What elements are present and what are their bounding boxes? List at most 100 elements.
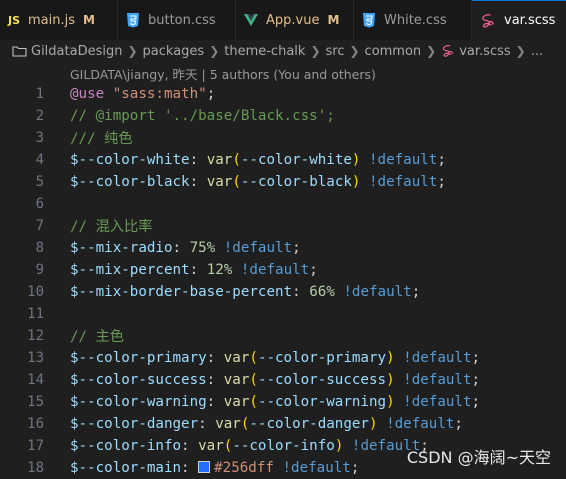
javascript-file-icon: JS — [8, 13, 21, 27]
chevron-right-icon: ❯ — [426, 44, 437, 58]
token-keyword: @use — [70, 86, 105, 102]
tab-white-css[interactable]: White.css — [354, 0, 472, 40]
code-line: 14 $--color-success: var(--color-success… — [0, 369, 566, 391]
token-variable: $--color-warning — [70, 394, 207, 410]
token-argument: --color-black — [240, 174, 352, 190]
sass-file-icon — [480, 13, 496, 29]
token-function: var — [215, 416, 241, 432]
folder-icon — [12, 46, 27, 57]
css-file-icon — [126, 12, 140, 28]
line-number: 3 — [35, 130, 44, 146]
tab-label: App.vue — [266, 12, 320, 28]
line-number: 18 — [27, 460, 44, 476]
code-line: 13 $--color-primary: var(--color-primary… — [0, 347, 566, 369]
breadcrumb: GildataDesign ❯ packages ❯ theme-chalk ❯… — [0, 40, 566, 62]
git-blame-annotation[interactable]: GILDATA\jiangy, 昨天 | 5 authors (You and … — [70, 64, 376, 83]
token-comment: // 混入比率 — [70, 219, 153, 235]
tab-label: main.js — [28, 12, 76, 28]
line-number: 1 — [35, 86, 44, 102]
color-swatch[interactable] — [198, 461, 211, 473]
token-function: var — [223, 350, 250, 366]
chevron-right-icon: ❯ — [349, 44, 360, 58]
line-number: 8 — [35, 240, 44, 256]
code-line: 12 // 主色 — [0, 325, 566, 347]
chevron-right-icon: ❯ — [515, 44, 526, 58]
token-color-hex: #256dff — [214, 460, 274, 476]
code-line: 15 $--color-warning: var(--color-warning… — [0, 391, 566, 413]
line-number: 13 — [27, 350, 44, 366]
chevron-right-icon: ❯ — [310, 44, 321, 58]
token-variable: $--mix-percent — [70, 262, 190, 278]
css-file-icon — [362, 12, 376, 28]
code-line: 2 // @import '../base/Black.css'; — [0, 105, 566, 127]
breadcrumb-item[interactable]: theme-chalk — [224, 44, 305, 59]
code-line: 7 // 混入比率 — [0, 215, 566, 237]
vue-file-icon — [244, 13, 258, 27]
chevron-right-icon: ❯ — [209, 44, 220, 58]
breadcrumb-item[interactable]: var.scss — [459, 44, 510, 59]
code-editor[interactable]: 1 @use "sass:math"; 2 // @import '../bas… — [0, 83, 566, 479]
line-number: 9 — [35, 262, 44, 278]
token-function: var — [223, 394, 250, 410]
breadcrumb-item[interactable]: common — [365, 44, 422, 59]
code-line: 3 /// 纯色 — [0, 127, 566, 149]
token-function: var — [206, 174, 233, 190]
token-important: !default — [282, 460, 351, 476]
code-line: 16 $--color-danger: var(--color-danger) … — [0, 413, 566, 435]
token-variable: $--color-success — [70, 372, 207, 388]
token-argument: --color-info — [232, 438, 335, 454]
tab-main-js[interactable]: JS main.js M — [0, 0, 118, 40]
token-string: "sass:math" — [112, 86, 207, 102]
token-important: !default — [240, 262, 310, 278]
line-number: 11 — [27, 306, 44, 322]
breadcrumb-item[interactable]: ... — [531, 44, 543, 59]
token-important: !default — [403, 350, 472, 366]
token-important: !default — [369, 152, 438, 168]
code-line: 10 $--mix-border-base-percent: 66% !defa… — [0, 281, 566, 303]
token-function: var — [223, 372, 250, 388]
token-argument: --color-danger — [249, 416, 369, 432]
token-comment: // @import '../base/Black.css'; — [70, 108, 335, 124]
token-variable: $--mix-border-base-percent — [70, 284, 293, 300]
token-variable: $--color-info — [70, 438, 182, 454]
line-number: 12 — [27, 328, 44, 344]
token-argument: --color-primary — [257, 350, 387, 366]
tab-app-vue[interactable]: App.vue M — [236, 0, 354, 40]
watermark: CSDN @海阔~天空 — [406, 448, 551, 467]
token-variable: $--mix-radio — [70, 240, 173, 256]
token-important: !default — [343, 284, 412, 300]
line-number: 15 — [27, 394, 44, 410]
token-variable: $--color-black — [70, 174, 190, 190]
token-argument: --color-white — [240, 152, 352, 168]
token-argument: --color-success — [257, 372, 387, 388]
token-punct: ; — [206, 86, 216, 102]
modified-indicator: M — [83, 13, 95, 27]
tab-var-scss[interactable]: var.scss — [472, 0, 566, 40]
token-important: !default — [369, 174, 438, 190]
token-variable: $--color-main — [70, 460, 182, 476]
code-line: 8 $--mix-radio: 75% !default; — [0, 237, 566, 259]
token-number: 12% — [206, 262, 233, 278]
code-line: 1 @use "sass:math"; — [0, 83, 566, 105]
modified-indicator: M — [327, 13, 340, 27]
line-number: 6 — [35, 196, 44, 212]
token-variable: $--color-danger — [70, 416, 199, 432]
line-number: 16 — [27, 416, 44, 432]
code-line: 6 — [0, 193, 566, 215]
token-important: !default — [386, 416, 455, 432]
token-variable: $--color-primary — [70, 350, 207, 366]
breadcrumb-item[interactable]: packages — [143, 44, 205, 59]
token-comment: // 主色 — [70, 329, 124, 345]
line-number: 4 — [35, 152, 44, 168]
line-number: 17 — [27, 438, 44, 454]
tab-label: White.css — [384, 12, 447, 28]
line-number: 5 — [35, 174, 44, 190]
token-number: 75% — [189, 240, 216, 256]
token-variable: $--color-white — [70, 152, 190, 168]
token-important: !default — [403, 394, 472, 410]
tab-button-css[interactable]: button.css — [118, 0, 236, 40]
token-function: var — [206, 152, 233, 168]
code-line: 9 $--mix-percent: 12% !default; — [0, 259, 566, 281]
breadcrumb-item[interactable]: GildataDesign — [31, 44, 122, 59]
breadcrumb-item[interactable]: src — [326, 44, 345, 59]
